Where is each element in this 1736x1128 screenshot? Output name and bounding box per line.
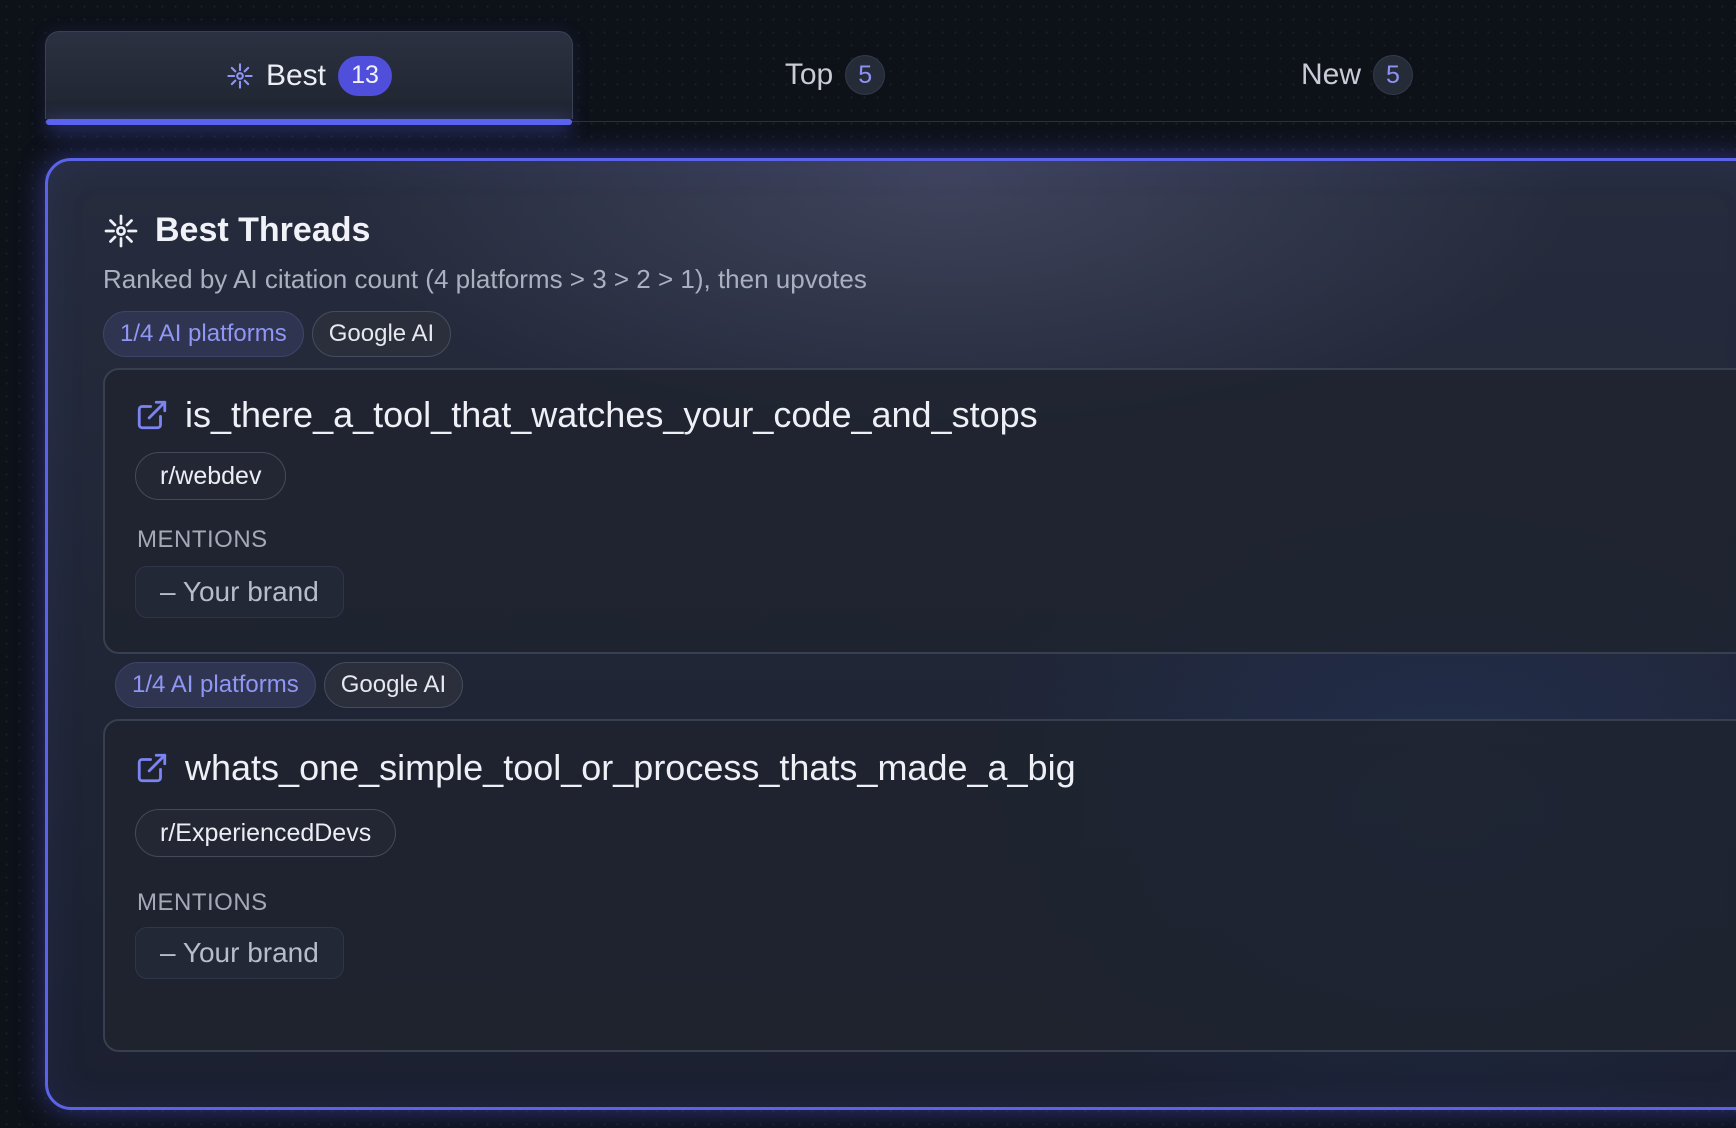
provider-chip: Google AI — [311, 311, 452, 357]
thread-2-chips: 1/4 AI platforms Google AI — [115, 662, 464, 708]
platform-count-chip: 1/4 AI platforms — [115, 662, 316, 708]
external-link-icon[interactable] — [135, 398, 169, 432]
tab-new-count: 5 — [1373, 55, 1413, 95]
provider-chip: Google AI — [323, 662, 464, 708]
thread-title-row[interactable]: is_there_a_tool_that_watches_your_code_a… — [135, 394, 1038, 436]
panel-header: Best Threads — [103, 211, 370, 250]
panel-title: Best Threads — [155, 211, 371, 249]
tab-best[interactable]: Best 13 — [45, 31, 573, 125]
tab-top[interactable]: Top 5 — [760, 31, 910, 119]
tab-best-label: Best — [265, 58, 327, 92]
mentions-label: MENTIONS — [137, 889, 268, 916]
sparkle-icon — [103, 213, 139, 249]
tab-new-label: New — [1300, 58, 1361, 91]
subreddit-chip: r/webdev — [135, 452, 287, 500]
tab-best-count: 13 — [338, 55, 393, 96]
platform-count-chip: 1/4 AI platforms — [103, 311, 304, 357]
tab-bar: Best 13 Top 5 New 5 — [0, 0, 1736, 126]
thread-1-chips: 1/4 AI platforms Google AI — [103, 311, 452, 357]
mentions-label: MENTIONS — [137, 526, 268, 553]
best-threads-panel: Best Threads Ranked by AI citation count… — [45, 158, 1736, 1110]
mention-chip: – Your brand — [135, 927, 344, 979]
thread-title[interactable]: whats_one_simple_tool_or_process_thats_m… — [185, 747, 1076, 789]
thread-card[interactable]: is_there_a_tool_that_watches_your_code_a… — [103, 368, 1736, 654]
mention-chip: – Your brand — [135, 566, 344, 618]
external-link-icon[interactable] — [135, 751, 169, 785]
thread-title-row[interactable]: whats_one_simple_tool_or_process_thats_m… — [135, 747, 1076, 789]
panel-subtitle: Ranked by AI citation count (4 platforms… — [103, 264, 867, 294]
thread-card[interactable]: whats_one_simple_tool_or_process_thats_m… — [103, 719, 1736, 1052]
sparkle-icon — [226, 62, 254, 90]
thread-title[interactable]: is_there_a_tool_that_watches_your_code_a… — [185, 394, 1038, 436]
tab-top-count: 5 — [845, 55, 886, 95]
tab-top-label: Top — [784, 58, 834, 91]
tab-new[interactable]: New 5 — [1272, 31, 1442, 119]
subreddit-chip: r/ExperiencedDevs — [135, 809, 397, 857]
